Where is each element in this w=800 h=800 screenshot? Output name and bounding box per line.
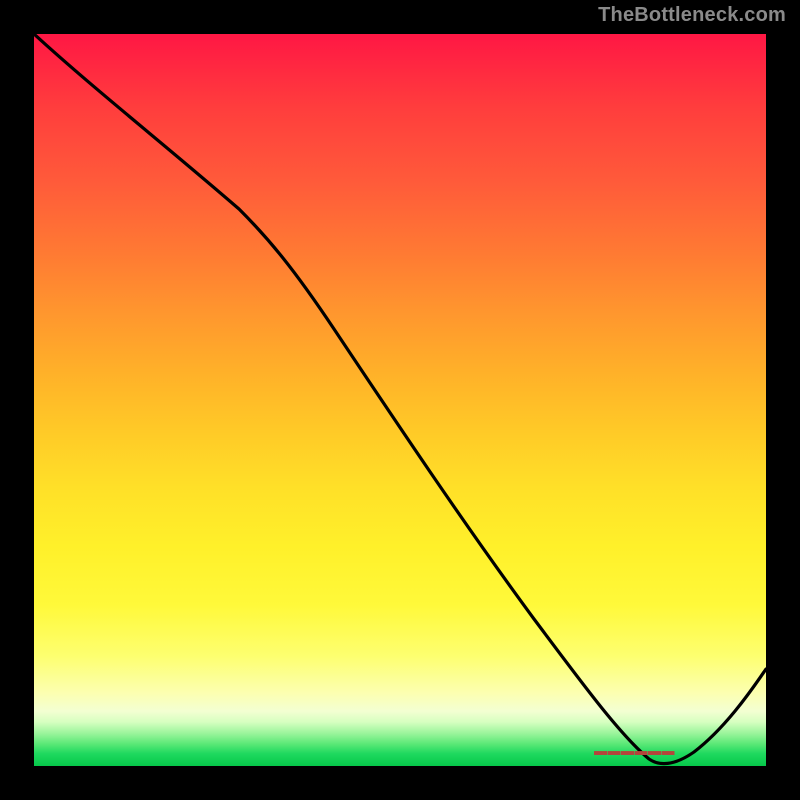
optimal-range-marker: ▬▬▬▬▬▬ [594, 743, 675, 758]
attribution-label: TheBottleneck.com [598, 4, 786, 27]
plot-area: ▬▬▬▬▬▬ [30, 30, 770, 770]
bottleneck-line [34, 34, 766, 766]
chart-stage: TheBottleneck.com ▬▬▬▬▬▬ [0, 0, 800, 800]
